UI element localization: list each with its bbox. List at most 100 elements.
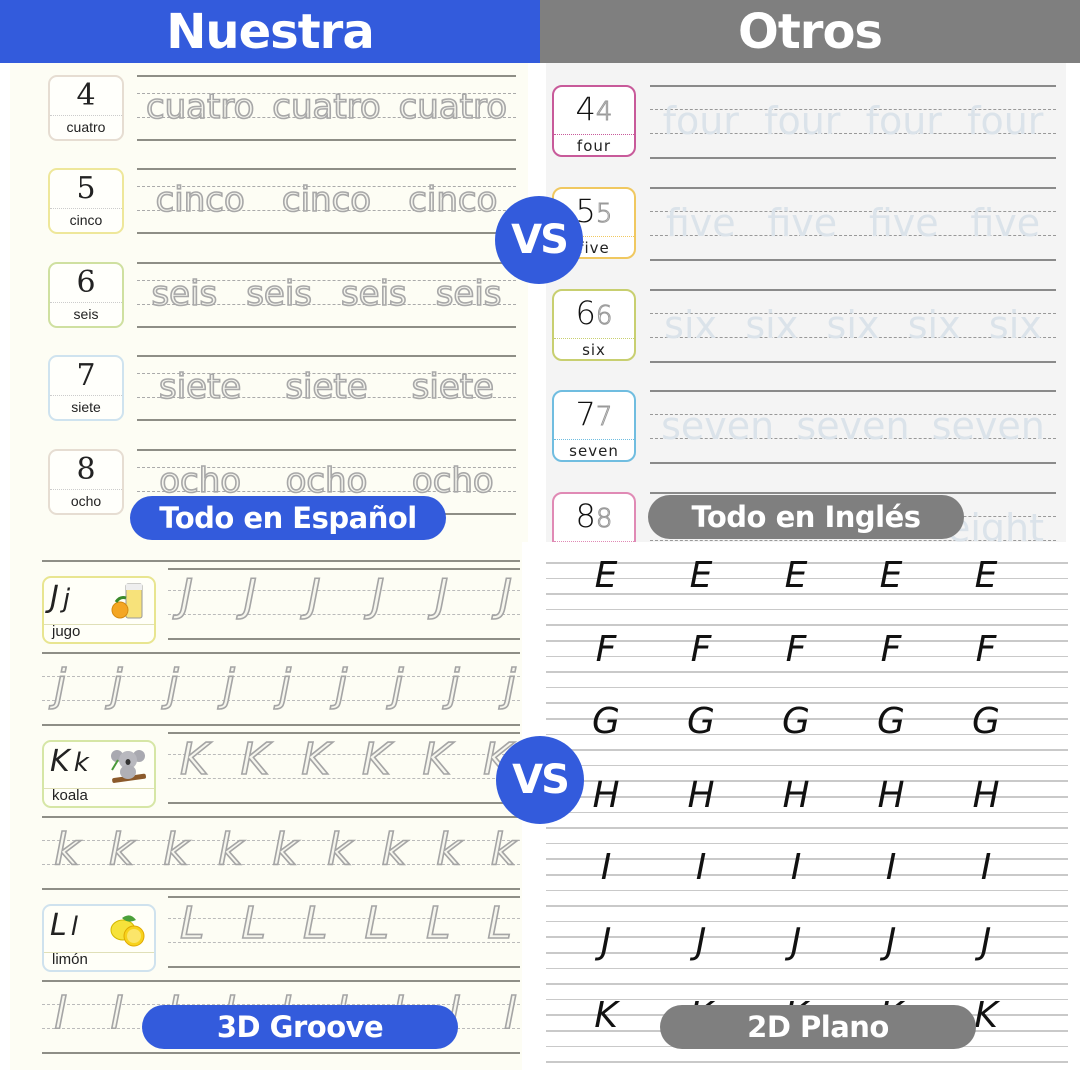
number-digit-solid: 8 [575,497,596,535]
trace-word: five [970,201,1041,245]
number-digit-dotted: 6 [595,301,613,332]
number-card: 77 seven [552,390,636,462]
groove-letter: J [498,570,513,621]
letter-upper: L [50,908,67,943]
trace-word: four [865,99,942,143]
trace-word: four [764,99,841,143]
number-row: 44 four four four four four [546,85,1066,165]
ruled-line [546,608,1068,611]
line-bottom [42,1052,520,1054]
groove-letter: l [109,988,123,1039]
flat-letter: G [877,701,905,742]
groove-letter: K [179,734,209,785]
groove-letter: l [53,988,67,1039]
groove-letter: j [166,660,180,711]
number-card: 88eight [552,492,636,542]
groove-letter: k [217,824,244,875]
letter-upper: K [50,744,70,779]
number-row: 5 cinco cinco cinco cinco [10,168,528,240]
ruled-line [546,764,1068,767]
badge-spanish: Todo en Español [130,496,446,540]
line-bottom [137,139,516,141]
number-digit-solid: 7 [575,395,596,433]
number-digit: 4 [76,78,96,113]
number-word: cinco [50,208,122,228]
writing-lines: seis seis seis seis [137,262,516,328]
groove-letter: L [425,898,451,949]
trace-word: seis [340,274,407,314]
trace-word: seis [245,274,313,314]
number-row: 77 seven seven seven seven [546,390,1066,470]
trace-word: ocho [285,461,368,501]
number-row: 7 siete siete siete siete [10,355,528,427]
line-bottom [42,724,520,726]
line-top [137,262,516,264]
letter-lower: k [73,748,89,778]
ruled-line [546,624,1068,626]
number-card: 66 six [552,289,636,361]
number-word: seven [554,439,634,460]
writing-lines: five five five five [650,187,1056,261]
number-row: 6 seis seis seis seis seis [10,262,528,334]
trace-word: cinco [155,180,246,220]
number-digit-dotted: 8 [595,504,613,535]
groove-letter: K [240,734,270,785]
letter-glyphs: Jj [50,580,70,615]
groove-letter: k [381,824,408,875]
trace-word: six [664,303,718,347]
flat-letter: I [980,847,992,888]
trace-word: seven [661,404,775,448]
lower-trace-row: jjjjjjjjj [53,660,517,711]
line-top [650,85,1056,87]
groove-letter: j [447,660,461,711]
lemon-icon [110,910,146,948]
letter-row: FFFFF [586,630,1006,670]
line-top [42,980,520,982]
line-top [42,560,520,562]
panel-spanish-numbers: 4 cuatro cuatro cuatro cuatro 5 cinco cinco cinc… [10,63,528,542]
trace-word: six [826,303,880,347]
flat-letter: F [785,629,807,670]
flat-letter: I [790,847,802,888]
flat-letter: J [790,921,802,962]
trace-word: six [745,303,799,347]
groove-letter: k [490,824,517,875]
groove-letter: k [53,824,80,875]
line-top [137,355,516,357]
groove-letter: K [300,734,331,785]
letter-card: Ll limón [42,904,156,972]
number-card: 6 seis [48,262,124,328]
header-others: Otros [540,0,1080,63]
number-digit: 66 [554,291,634,338]
ruled-line [546,983,1068,985]
trace-word: seven [931,404,1045,448]
letter-card: Jj jugo [42,576,156,644]
koala-icon [110,746,146,784]
badge-3d-groove: 3D Groove [142,1005,458,1049]
flat-letter: J [695,921,707,962]
writing-lines: cinco cinco cinco [137,168,516,234]
line-bottom [137,419,516,421]
number-card: 8 ocho [48,449,124,515]
trace-word: siete [158,367,242,407]
flat-letter: E [974,555,998,596]
upper-trace-row: KKKKKK [179,734,513,785]
number-card: 7 siete [48,355,124,421]
letter-row: GGGGG [586,702,1006,742]
flat-letter: H [592,775,620,816]
flat-letter: G [592,701,620,742]
groove-letter: k [326,824,353,875]
writing-lines: four four four four [650,85,1056,159]
upper-trace-row: LLLLLL [179,898,513,949]
groove-letter: j [278,660,292,711]
trace-word: four [967,99,1044,143]
line-top [42,816,520,818]
writing-lines: siete siete siete [137,355,516,421]
flat-letter: F [595,629,617,670]
groove-letter: l [503,988,517,1039]
flat-letter: G [687,701,715,742]
line-top [650,187,1056,189]
trace-word: five [868,201,939,245]
flat-letter: K [594,995,618,1036]
trace-word-row: four four four four [650,101,1056,141]
